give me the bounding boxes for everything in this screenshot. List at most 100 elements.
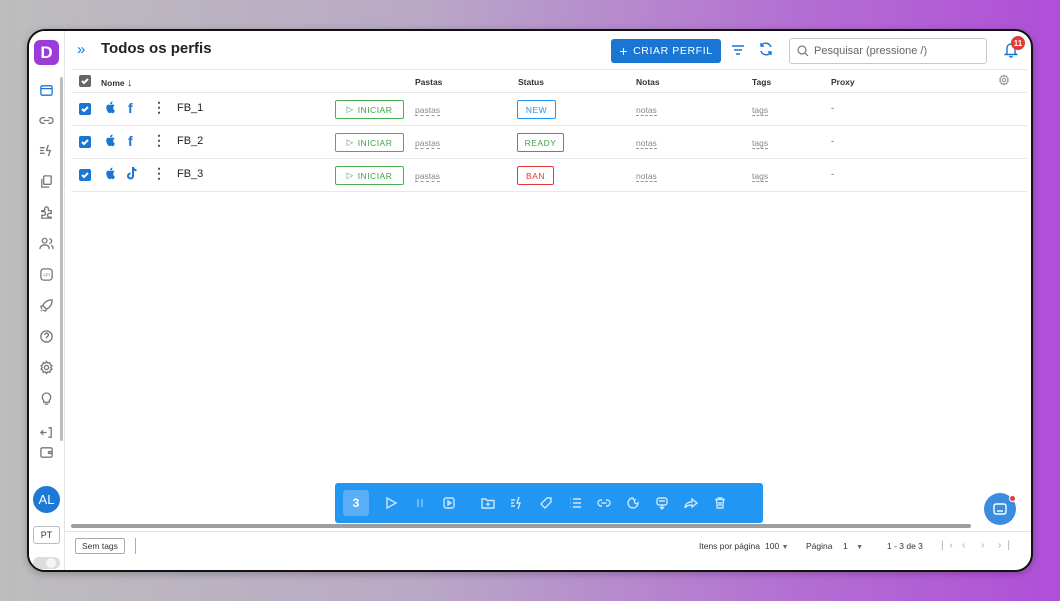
trash-icon[interactable] [708,491,732,515]
items-per-page-value: 100 [765,541,780,551]
search-icon [797,45,809,57]
select-all-checkbox[interactable] [79,75,91,87]
wallet-icon[interactable] [37,443,55,461]
notes-link[interactable]: notas [636,138,657,149]
start-button[interactable]: ▷ INICIAR [335,133,404,152]
items-per-page-select[interactable]: 100 ▼ [765,541,789,551]
link-icon[interactable] [592,491,616,515]
refresh-icon[interactable] [758,41,774,62]
cookie-icon[interactable] [621,491,645,515]
column-tags: Tags [752,77,772,87]
app-logo[interactable]: D [34,40,59,65]
video-icon[interactable] [437,491,461,515]
theme-toggle[interactable] [33,557,60,569]
filter-icon[interactable] [731,43,745,61]
more-options-icon[interactable]: ⋮ [152,99,166,116]
status-badge[interactable]: NEW [517,100,556,119]
profile-name[interactable]: FB_1 [177,102,203,114]
profiles-table: Nome ↓ Pastas Status Notas Tags Proxy f … [71,69,1027,192]
start-button[interactable]: ▷ INICIAR [335,100,404,119]
tag-icon[interactable] [534,491,558,515]
folders-link[interactable]: pastas [415,138,441,149]
proxy-value[interactable]: - [831,103,834,113]
horizontal-scrollbar[interactable] [71,524,971,528]
profile-name[interactable]: FB_3 [177,168,203,180]
rocket-icon[interactable] [37,296,55,314]
play-icon: ▷ [346,170,354,180]
status-badge[interactable]: BAN [517,166,554,185]
page-select[interactable]: 1 ▼ [843,541,863,551]
language-selector[interactable]: PT [33,526,60,544]
extensions-icon[interactable] [37,203,55,221]
proxy-value[interactable]: - [831,136,834,146]
automation-icon[interactable] [505,491,529,515]
folders-link[interactable]: pastas [415,105,441,116]
dropdown-arrow-icon: ▼ [781,544,789,551]
tags-link[interactable]: tags [752,105,769,116]
logout-icon[interactable] [37,423,55,441]
avatar[interactable]: AL [33,486,60,513]
header: » Todos os perfis + CRIAR PERFIL 11 [65,31,1031,69]
app-window: D API AL PT » Todos os perfis + CRIAR PE… [27,29,1033,572]
automation-icon[interactable] [37,141,55,159]
previous-page-icon[interactable]: ‹ [962,540,971,551]
play-icon[interactable] [379,491,403,515]
facebook-icon: f [128,133,133,149]
search-input[interactable] [814,45,974,57]
page-value: 1 [843,541,848,551]
search-box[interactable] [789,38,987,64]
tags-link[interactable]: tags [752,171,769,182]
table-row[interactable]: f ⋮ FB_2 ▷ INICIAR pastas READY notas tag… [71,126,1027,159]
notes-link[interactable]: notas [636,105,657,116]
column-name[interactable]: Nome ↓ [101,77,133,89]
table-row[interactable]: ⋮ FB_3 ▷ INICIAR pastas BAN notas tags - [71,159,1027,192]
start-label: INICIAR [357,104,393,115]
bulk-actions-toolbar: 3 [335,483,763,523]
help-icon[interactable] [37,327,55,345]
items-per-page-label: Itens por página [699,541,760,551]
row-checkbox[interactable] [79,136,91,148]
add-folder-icon[interactable] [476,491,500,515]
apple-icon [104,167,116,183]
notes-link[interactable]: notas [636,171,657,182]
folders-link[interactable]: pastas [415,171,441,182]
pause-icon[interactable] [408,491,432,515]
link-icon[interactable] [37,111,55,129]
sort-down-icon[interactable]: ↓ [127,77,133,89]
api-icon[interactable]: API [37,265,55,283]
tag-divider [135,538,136,554]
users-icon[interactable] [37,234,55,252]
plus-icon: + [619,43,629,59]
create-profile-button[interactable]: + CRIAR PERFIL [611,39,721,63]
copy-icon[interactable] [37,172,55,190]
next-page-icon[interactable]: › [981,540,990,551]
status-badge[interactable]: READY [517,133,564,152]
page-title: Todos os perfis [101,40,212,57]
idea-icon[interactable] [37,389,55,407]
tag-filter-chip[interactable]: Sem tags [75,538,125,554]
more-options-icon[interactable]: ⋮ [152,132,166,149]
settings-icon[interactable] [37,358,55,376]
row-checkbox[interactable] [79,103,91,115]
facebook-icon: f [128,100,133,116]
profiles-icon[interactable] [37,81,55,99]
profile-name[interactable]: FB_2 [177,135,203,147]
start-button[interactable]: ▷ INICIAR [335,166,404,185]
tags-link[interactable]: tags [752,138,769,149]
more-options-icon[interactable]: ⋮ [152,165,166,182]
chat-widget-button[interactable] [984,493,1016,525]
row-checkbox[interactable] [79,169,91,181]
first-page-icon[interactable]: |‹ [941,540,959,551]
column-settings-icon[interactable] [998,74,1010,88]
play-icon: ▷ [346,104,354,114]
expand-sidebar-icon[interactable]: » [77,41,85,58]
proxy-value[interactable]: - [831,169,834,179]
table-row[interactable]: f ⋮ FB_1 ▷ INICIAR pastas NEW notas tags … [71,93,1027,126]
last-page-icon[interactable]: ›| [998,540,1016,551]
share-icon[interactable] [679,491,703,515]
transfer-icon[interactable] [650,491,674,515]
apple-icon [104,101,116,117]
chat-icon [993,502,1007,515]
sidebar-scrollbar[interactable] [60,77,63,441]
list-icon[interactable] [563,491,587,515]
